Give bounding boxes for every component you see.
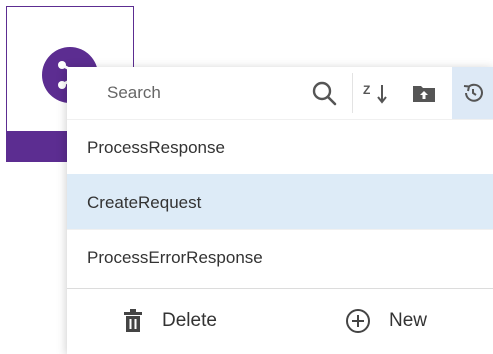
folder-upload-icon [412,83,436,103]
add-circle-icon [345,308,371,334]
popup-toolbar: Z [67,67,493,119]
history-button[interactable] [452,67,493,119]
sort-button[interactable]: Z [359,76,393,110]
delete-button[interactable]: Delete [122,304,217,338]
new-button[interactable]: New [345,304,427,338]
toolbar-divider [352,73,353,113]
new-label: New [389,310,428,331]
list-item[interactable]: ProcessResponse [67,119,493,174]
canvas: Z [0,0,493,354]
folder-upload-button[interactable] [407,76,441,110]
operation-picker-popup: Z [67,67,493,354]
list-item[interactable]: ProcessErrorResponse [67,229,493,284]
delete-label: Delete [162,310,217,331]
operation-list: ProcessResponse CreateRequest ProcessErr… [67,119,493,284]
history-icon [461,81,485,105]
trash-icon [122,309,144,333]
sort-icon: Z [363,81,389,105]
search-button[interactable] [307,76,341,110]
svg-text:Z: Z [363,83,370,97]
popup-footer: Delete New [67,288,493,354]
search-input[interactable] [89,79,307,107]
search-icon [311,80,337,106]
list-item[interactable]: CreateRequest [67,174,493,229]
